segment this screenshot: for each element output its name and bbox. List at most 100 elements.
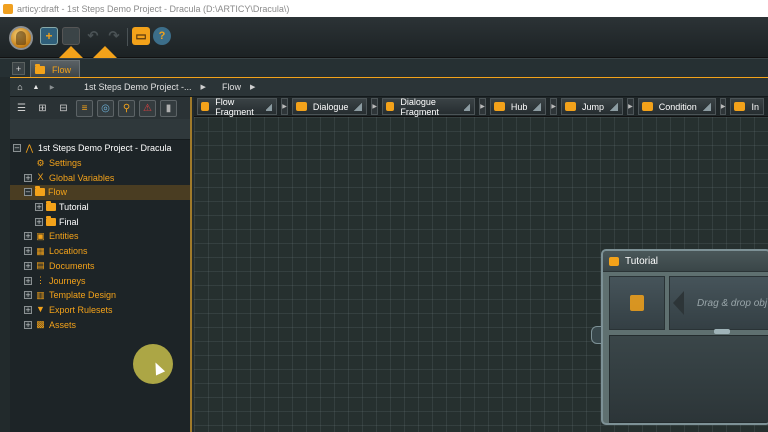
user-menu-button[interactable]	[9, 26, 33, 50]
palette-dropdown-icon[interactable]: ▶	[281, 98, 288, 115]
warning-icon[interactable]: ⚠	[139, 99, 156, 117]
condition-icon	[641, 102, 653, 111]
new-item-button[interactable]: +	[40, 27, 58, 45]
tree-item-label: Export Rulesets	[49, 304, 113, 315]
navigator-header-band	[10, 119, 190, 140]
flow-fragment-icon	[630, 295, 644, 311]
palette-dropdown-icon[interactable]: ▶	[479, 98, 486, 115]
palette-instruction[interactable]: In	[730, 98, 764, 115]
palette-dropdown-icon[interactable]: ▶	[550, 98, 558, 115]
palette-dropdown-icon[interactable]: ▶	[627, 98, 634, 115]
palette-jump[interactable]: Jump	[561, 98, 624, 115]
user-icon	[16, 31, 26, 45]
new-tab-button[interactable]: +	[12, 62, 25, 75]
entities-icon: ▣	[36, 230, 45, 241]
palette-flow-fragment[interactable]: Flow Fragment	[197, 96, 278, 117]
expand-icon[interactable]: +	[24, 276, 32, 285]
tree-item-settings[interactable]: ⚙ Settings	[10, 156, 190, 171]
new-child-icon[interactable]: ⊟	[55, 100, 72, 117]
expand-icon[interactable]: ▶	[46, 81, 58, 93]
up-icon[interactable]: ▲	[30, 81, 42, 93]
jump-icon	[565, 102, 577, 111]
tree-item-entities[interactable]: + ▣ Entities	[10, 229, 190, 244]
claim-button[interactable]	[62, 27, 80, 45]
tree-item-assets[interactable]: + ▩ Assets	[10, 317, 190, 332]
palette-label: Jump	[582, 101, 605, 112]
tree-view-icon[interactable]: ≡	[76, 99, 93, 117]
tree-item-label: Flow	[48, 187, 68, 198]
node-drop-zone[interactable]: Drag & drop obj	[669, 276, 768, 330]
palette-label: Dialogue Fragment	[400, 96, 439, 117]
palette-condition[interactable]: Condition	[637, 98, 716, 115]
palette-dropdown-icon[interactable]: ▶	[371, 98, 379, 115]
palette-label: Flow Fragment	[215, 96, 254, 117]
tree-item-tutorial[interactable]: + Tutorial	[10, 200, 190, 215]
filter-icon[interactable]: ◎	[97, 99, 114, 117]
messages-button[interactable]: ▭	[132, 27, 150, 45]
expand-icon[interactable]: +	[24, 247, 32, 256]
articy-app-icon	[3, 3, 13, 14]
expand-icon[interactable]: +	[24, 232, 32, 241]
flow-node-tutorial[interactable]: Tutorial Drag & drop obj	[601, 249, 768, 425]
expand-icon[interactable]: +	[35, 217, 43, 226]
gear-icon: ⚙	[36, 157, 45, 168]
palette-label: In	[751, 101, 759, 112]
breadcrumb-project[interactable]: 1st Steps Demo Project -...	[84, 82, 192, 92]
tree-item-locations[interactable]: + ▦ Locations	[10, 244, 190, 259]
documents-icon: ▤	[36, 260, 45, 271]
palette-dialogue[interactable]: Dialogue	[291, 98, 368, 115]
expand-icon[interactable]: +	[24, 173, 32, 182]
tree-item-flow[interactable]: − Flow	[10, 185, 190, 200]
tree-root-label: 1st Steps Demo Project - Dracula	[38, 143, 172, 154]
trash-icon[interactable]: ▮	[160, 99, 177, 117]
node-preview-slot[interactable]	[609, 276, 665, 330]
tree-item-export-rulesets[interactable]: + ▼ Export Rulesets	[10, 303, 190, 318]
tree-item-label: Documents	[49, 260, 95, 271]
toolbar-separator	[127, 28, 128, 46]
tab-strip: + Flow	[0, 58, 768, 78]
help-button[interactable]: ?	[153, 27, 171, 45]
tree-item-final[interactable]: + Final	[10, 214, 190, 229]
navigation-bar: ⌂ ▲ ▶ 1st Steps Demo Project -... ▶ Flow…	[10, 77, 768, 97]
undo-button[interactable]: ↶	[84, 27, 102, 45]
list-view-icon[interactable]: ☰	[13, 100, 30, 117]
tree-item-journeys[interactable]: + ⋮ Journeys	[10, 273, 190, 288]
drag-grip-icon	[610, 102, 619, 111]
drag-grip-icon	[464, 102, 471, 111]
collapse-icon[interactable]: −	[13, 144, 21, 153]
palette-label: Dialogue	[312, 101, 349, 112]
node-resize-grip[interactable]	[714, 329, 730, 334]
tab-flow[interactable]: Flow	[30, 60, 80, 78]
node-header[interactable]: Tutorial	[603, 251, 768, 272]
tree-item-documents[interactable]: + ▤ Documents	[10, 259, 190, 274]
tree-item-label: Locations	[49, 246, 88, 257]
redo-button[interactable]: ↷	[105, 27, 123, 45]
tree-root[interactable]: − ⋀ 1st Steps Demo Project - Dracula	[10, 141, 190, 156]
tree-item-template-design[interactable]: + ▥ Template Design	[10, 288, 190, 303]
navigator-toolbar: ☰ ⊞ ⊟ ≡ ◎ ⚲ ⚠ ▮	[10, 97, 190, 119]
drop-arrow-icon	[673, 291, 684, 315]
breadcrumb-current[interactable]: Flow	[222, 82, 241, 92]
node-title: Tutorial	[625, 255, 658, 267]
tree-item-global-variables[interactable]: + X Global Variables	[10, 170, 190, 185]
expand-icon[interactable]: +	[24, 261, 32, 270]
home-icon[interactable]: ⌂	[14, 81, 26, 93]
expand-icon[interactable]: +	[24, 320, 32, 329]
flow-fragment-icon	[46, 215, 56, 226]
expand-icon[interactable]: +	[24, 305, 32, 314]
tree-item-label: Settings	[49, 158, 82, 169]
flow-folder-icon	[35, 186, 45, 197]
search-icon[interactable]: ⚲	[118, 99, 135, 117]
palette-dialogue-fragment[interactable]: Dialogue Fragment	[382, 96, 476, 117]
expand-icon[interactable]: +	[24, 291, 32, 300]
expand-icon[interactable]: +	[35, 203, 43, 212]
palette-hub[interactable]: Hub	[489, 98, 547, 115]
collapse-icon[interactable]: −	[24, 188, 32, 197]
hub-icon	[493, 102, 505, 111]
breadcrumb-dropdown-icon[interactable]: ▶	[250, 83, 255, 91]
breadcrumb-separator-icon[interactable]: ▶	[201, 83, 206, 91]
new-folder-icon[interactable]: ⊞	[34, 100, 51, 117]
palette-dropdown-icon[interactable]: ▶	[719, 98, 727, 115]
node-text-area[interactable]	[609, 335, 768, 423]
dialogue-icon	[295, 102, 307, 111]
